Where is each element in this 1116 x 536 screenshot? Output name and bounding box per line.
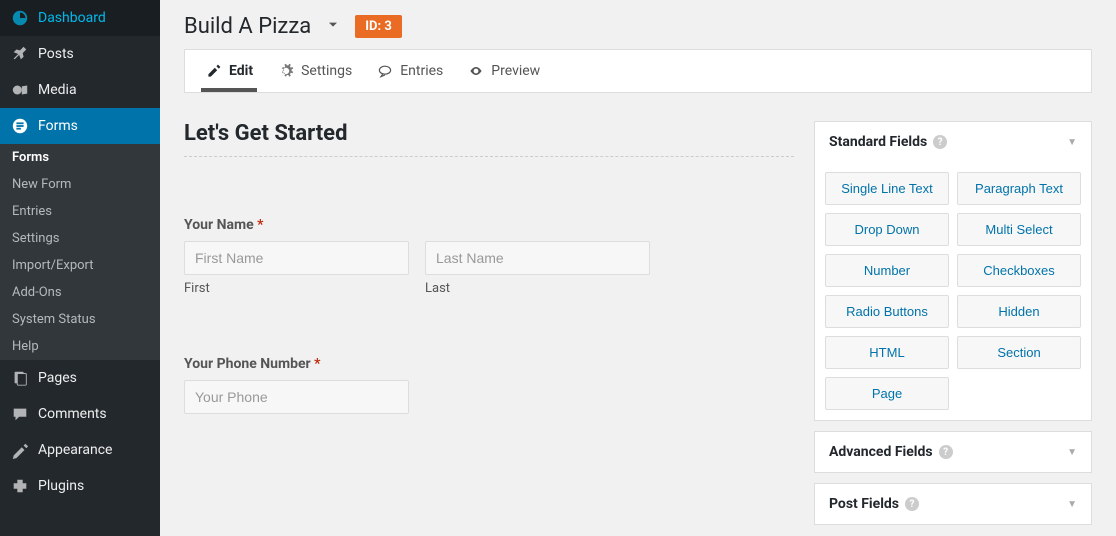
sidebar-label: Appearance	[38, 442, 112, 458]
field-html[interactable]: HTML	[825, 336, 949, 369]
field-paragraph-text[interactable]: Paragraph Text	[957, 172, 1081, 205]
name-field-label: Your Name *	[184, 217, 794, 233]
appearance-icon	[10, 440, 30, 460]
required-marker: *	[257, 217, 263, 233]
help-icon[interactable]: ?	[933, 135, 947, 149]
name-field-row: First Last	[184, 241, 794, 296]
sidebar-item-dashboard[interactable]: Dashboard	[0, 0, 160, 36]
form-title: Build A Pizza	[184, 14, 311, 39]
pages-icon	[10, 368, 30, 388]
sidebar-label: Plugins	[38, 478, 84, 494]
chevron-down-icon[interactable]	[325, 17, 341, 37]
caret-down-icon: ▼	[1067, 447, 1077, 458]
form-tabs: Edit Settings Entries Preview	[184, 49, 1092, 93]
submenu-new-form[interactable]: New Form	[0, 171, 160, 198]
editor-content: Let's Get Started Your Name * First Last…	[160, 93, 1116, 536]
sidebar-item-media[interactable]: Media	[0, 72, 160, 108]
sidebar-label: Comments	[38, 406, 107, 422]
standard-fields-header[interactable]: Standard Fields ? ▼	[815, 122, 1091, 162]
sidebar-label: Posts	[38, 46, 74, 62]
first-name-col: First	[184, 241, 409, 296]
sidebar-item-appearance[interactable]: Appearance	[0, 432, 160, 468]
divider	[184, 156, 794, 157]
media-icon	[10, 80, 30, 100]
sidebar-label: Media	[38, 82, 77, 98]
submenu-system-status[interactable]: System Status	[0, 306, 160, 333]
form-canvas: Let's Get Started Your Name * First Last…	[184, 121, 794, 536]
gear-icon	[277, 62, 295, 80]
admin-sidebar: Dashboard Posts Media Forms Forms New Fo…	[0, 0, 160, 536]
field-checkboxes[interactable]: Checkboxes	[957, 254, 1081, 287]
field-single-line-text[interactable]: Single Line Text	[825, 172, 949, 205]
submenu-import-export[interactable]: Import/Export	[0, 252, 160, 279]
sidebar-item-plugins[interactable]: Plugins	[0, 468, 160, 504]
form-header: Build A Pizza ID: 3	[160, 0, 1116, 49]
submenu-settings[interactable]: Settings	[0, 225, 160, 252]
help-icon[interactable]: ?	[905, 497, 919, 511]
post-fields-panel: Post Fields ? ▼	[814, 483, 1092, 525]
sidebar-item-comments[interactable]: Comments	[0, 396, 160, 432]
required-marker: *	[314, 356, 320, 372]
submenu-entries[interactable]: Entries	[0, 198, 160, 225]
submenu-help[interactable]: Help	[0, 333, 160, 360]
tab-label: Preview	[491, 63, 540, 79]
post-fields-header[interactable]: Post Fields ? ▼	[815, 484, 1091, 524]
forms-icon	[10, 116, 30, 136]
first-name-sublabel: First	[184, 281, 409, 296]
submenu-forms[interactable]: Forms	[0, 144, 160, 171]
standard-fields-panel: Standard Fields ? ▼ Single Line Text Par…	[814, 121, 1092, 421]
comment-icon	[10, 404, 30, 424]
help-icon[interactable]: ?	[939, 445, 953, 459]
plugin-icon	[10, 476, 30, 496]
tab-settings[interactable]: Settings	[265, 50, 364, 92]
field-number[interactable]: Number	[825, 254, 949, 287]
field-multi-select[interactable]: Multi Select	[957, 213, 1081, 246]
field-radio-buttons[interactable]: Radio Buttons	[825, 295, 949, 328]
submenu-add-ons[interactable]: Add-Ons	[0, 279, 160, 306]
phone-input[interactable]	[184, 380, 409, 414]
tab-preview[interactable]: Preview	[455, 50, 552, 92]
sidebar-item-posts[interactable]: Posts	[0, 36, 160, 72]
section-title: Let's Get Started	[184, 121, 794, 146]
field-drop-down[interactable]: Drop Down	[825, 213, 949, 246]
field-page[interactable]: Page	[825, 377, 949, 410]
caret-down-icon: ▼	[1067, 137, 1077, 148]
standard-fields-body: Single Line Text Paragraph Text Drop Dow…	[815, 162, 1091, 420]
caret-down-icon: ▼	[1067, 499, 1077, 510]
advanced-fields-panel: Advanced Fields ? ▼	[814, 431, 1092, 473]
last-name-sublabel: Last	[425, 281, 650, 296]
form-id-badge: ID: 3	[355, 15, 402, 38]
sidebar-item-pages[interactable]: Pages	[0, 360, 160, 396]
tab-label: Settings	[301, 63, 352, 79]
last-name-col: Last	[425, 241, 650, 296]
sidebar-item-forms[interactable]: Forms	[0, 108, 160, 144]
tab-label: Edit	[229, 63, 253, 79]
last-name-input[interactable]	[425, 241, 650, 275]
eye-icon	[467, 62, 485, 80]
phone-field-label: Your Phone Number *	[184, 356, 794, 372]
field-section[interactable]: Section	[957, 336, 1081, 369]
chat-icon	[376, 62, 394, 80]
forms-submenu: Forms New Form Entries Settings Import/E…	[0, 144, 160, 360]
tab-label: Entries	[400, 63, 443, 79]
sidebar-label: Forms	[38, 118, 78, 134]
field-hidden[interactable]: Hidden	[957, 295, 1081, 328]
dashboard-icon	[10, 8, 30, 28]
sidebar-label: Dashboard	[38, 10, 106, 26]
sidebar-label: Pages	[38, 370, 77, 386]
main-content: Build A Pizza ID: 3 Edit Settings Entrie…	[160, 0, 1116, 536]
tab-edit[interactable]: Edit	[193, 50, 265, 92]
edit-icon	[205, 62, 223, 80]
advanced-fields-header[interactable]: Advanced Fields ? ▼	[815, 432, 1091, 472]
field-panels: Standard Fields ? ▼ Single Line Text Par…	[814, 121, 1092, 536]
pin-icon	[10, 44, 30, 64]
first-name-input[interactable]	[184, 241, 409, 275]
tab-entries[interactable]: Entries	[364, 50, 455, 92]
